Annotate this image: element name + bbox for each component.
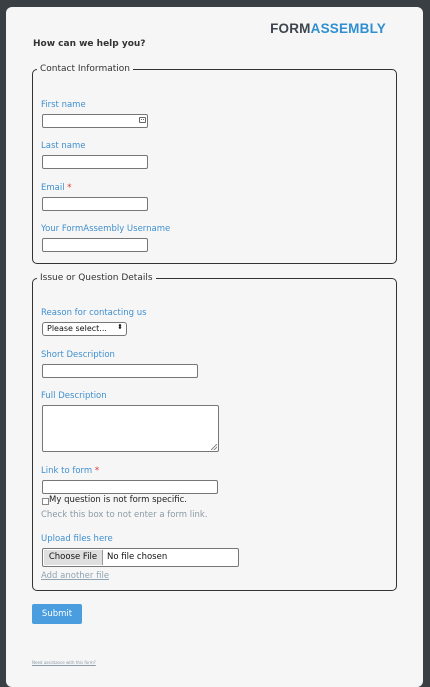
email-label: Email *	[41, 183, 72, 193]
file-upload-input[interactable]: Choose File No file chosen	[42, 548, 239, 567]
submit-button[interactable]: Submit	[32, 604, 82, 624]
email-label-text: Email	[41, 183, 65, 193]
last-name-input[interactable]	[42, 155, 148, 169]
first-name-label: First name	[41, 100, 86, 110]
not-form-specific-checkbox[interactable]	[42, 498, 49, 505]
form-card: FORMASSEMBLY How can we help you? Contac…	[6, 7, 423, 687]
assistance-link[interactable]: Need assistance with this form?	[32, 660, 96, 665]
last-name-label: Last name	[41, 141, 86, 151]
file-status-text: No file chosen	[107, 552, 168, 562]
link-required-marker: *	[94, 466, 100, 476]
link-to-form-label: Link to form *	[41, 466, 99, 476]
formassembly-logo: FORMASSEMBLY	[270, 21, 386, 36]
contact-information-legend: Contact Information	[40, 64, 130, 74]
logo-text-form: FORM	[270, 21, 311, 36]
choose-file-button[interactable]: Choose File	[44, 550, 103, 565]
form-heading: How can we help you?	[33, 39, 146, 49]
short-description-input[interactable]	[42, 364, 198, 378]
issue-details-legend: Issue or Question Details	[40, 273, 153, 283]
keyboard-icon[interactable]	[139, 117, 146, 123]
email-input[interactable]	[42, 197, 148, 211]
full-description-label: Full Description	[41, 391, 107, 401]
reason-select[interactable]: Please select... ⬍	[42, 322, 127, 336]
reason-label: Reason for contacting us	[41, 308, 147, 318]
resize-grip-icon[interactable]	[211, 444, 217, 450]
link-to-form-label-text: Link to form	[41, 466, 93, 476]
logo-text-assembly: ASSEMBLY	[310, 21, 386, 36]
upload-files-label: Upload files here	[41, 534, 113, 544]
link-to-form-input[interactable]	[42, 480, 218, 494]
short-description-label: Short Description	[41, 350, 115, 360]
not-form-specific-label[interactable]: My question is not form specific.	[49, 495, 187, 505]
full-description-textarea[interactable]	[42, 405, 219, 452]
email-required-marker: *	[67, 183, 72, 193]
select-arrows-icon: ⬍	[117, 323, 123, 331]
first-name-input[interactable]	[42, 114, 148, 128]
reason-select-value: Please select...	[47, 324, 107, 333]
checkbox-hint: Check this box to not enter a form link.	[41, 510, 208, 520]
username-input[interactable]	[42, 238, 148, 252]
username-label: Your FormAssembly Username	[41, 224, 171, 234]
add-another-file-link[interactable]: Add another file	[41, 571, 109, 581]
